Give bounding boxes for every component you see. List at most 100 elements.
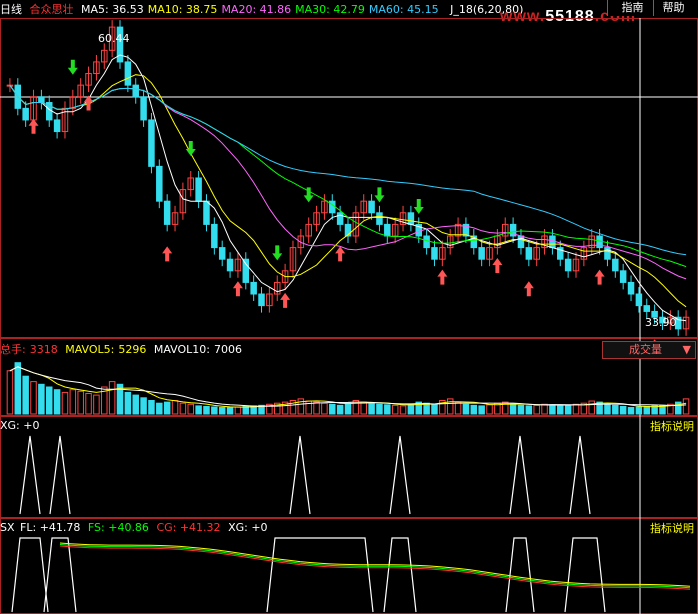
volume-bar [399,405,407,415]
candle-body [604,247,611,260]
ma-line [9,84,687,280]
volume-ma-line [9,366,687,408]
candle-body [218,247,226,260]
volume-bar [549,404,556,415]
panel-border [0,18,698,338]
candle-body [226,258,234,272]
candle-body [564,258,572,272]
sx-line [59,544,691,589]
chevron-down-icon: ▼ [682,343,691,356]
volume-bar [486,404,493,415]
xg-signal-spike [289,435,311,515]
sx-cg: CG: +41.32 [156,521,221,534]
volume-bar [344,402,352,415]
candle-body [635,293,643,307]
high-price-label: 60.44 [98,32,130,45]
sell-arrow-icon [374,187,385,203]
ma-line [9,54,687,322]
mavol5-label: MAVOL5: [65,343,115,356]
volume-dropdown[interactable]: 成交量 ▼ [602,341,696,359]
volume-bar [533,404,540,415]
buy-arrow-icon [28,118,39,134]
candle-body [163,200,171,225]
candle-body [148,119,155,167]
volume-bar [557,404,564,415]
volume-bar [604,403,611,415]
volume-bar [38,383,45,415]
volume-bar [329,403,336,415]
candle-body [132,84,139,98]
volume-bar [45,386,53,415]
sell-arrow-icon [272,245,283,261]
buy-arrow-icon [280,292,291,308]
volume-bar [187,403,195,415]
volume-bar [564,405,572,415]
buy-arrow-icon [232,281,243,297]
volume-bar [635,406,643,415]
sx-name: SX [0,521,15,534]
sx-signal-spike [11,537,49,613]
xg-label: XG: +0 [0,419,40,432]
volume-bar [478,405,485,415]
candle-body [368,200,375,214]
sx-signal-spike [383,537,417,613]
volume-bar [407,403,415,415]
candle-body [517,235,525,249]
candle-body [478,247,485,260]
mavol10-value: 7006 [214,343,242,356]
candle-body [250,281,257,295]
volume-bar [6,370,14,415]
volume-bar [163,401,171,415]
volume-bar [179,402,187,415]
sx-line [59,542,691,587]
candle-body [38,96,45,104]
xg-signal-spike [509,435,531,515]
volume-bar [203,405,210,415]
mavol5-value: 5296 [118,343,147,356]
sx-help-button[interactable]: 指标说明 [650,520,694,536]
volume-bar [226,407,234,415]
sx-line [59,545,691,590]
volume-bar [391,404,399,415]
volume-bar [140,397,147,415]
candle-body [619,270,627,283]
volume-bar [30,381,37,415]
volume-bar [431,403,438,415]
volume-bar [619,405,627,415]
candle-body [22,107,29,121]
volume-bar [108,381,116,415]
panel-border [0,416,698,518]
candle-body [140,96,147,121]
xg-header: XG: +0 [0,418,43,434]
candle-body [156,165,163,202]
buy-arrow-icon [335,246,346,262]
volume-bar [85,392,92,415]
candle-body [407,212,415,225]
ma-line [9,74,687,308]
candle-body [643,305,651,312]
buy-arrow-icon [162,246,173,262]
volume-bar [195,405,202,415]
low-price-label: 33.90 [645,316,677,329]
sell-arrow-icon [413,198,424,214]
volume-bar [69,389,77,415]
volume-header: 总手: 3318 MAVOL5: 5296 MAVOL10: 7006 [0,342,246,358]
xg-help-button[interactable]: 指标说明 [650,418,694,434]
volume-bar [124,391,132,415]
candle-body [53,119,61,133]
volume-bar [156,402,163,415]
candle-body [423,235,430,249]
sx-signal-spike [266,537,374,613]
sx-signal-spike [43,537,77,613]
volume-bar [148,400,155,415]
volume-ma-line [9,366,687,407]
candle-body [431,247,438,260]
candle-body [525,247,533,260]
candle-body [549,235,556,249]
volume-bar [22,375,29,415]
candle-body [124,61,132,86]
candle-body [195,177,202,202]
volume-bar [682,398,690,415]
sell-arrow-icon [67,59,78,75]
volume-bar [368,402,375,415]
